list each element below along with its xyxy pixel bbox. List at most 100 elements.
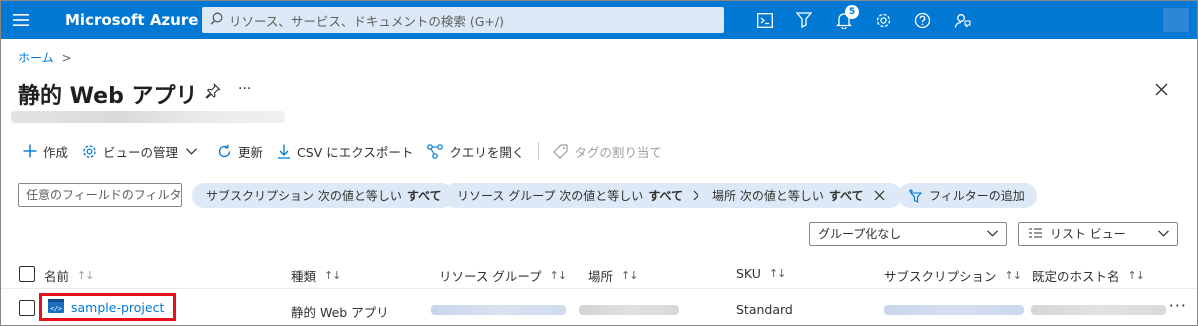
- column-header-name[interactable]: 名前 ↑↓: [44, 266, 94, 285]
- directory-filter-icon[interactable]: [785, 1, 825, 39]
- row-more-options-button[interactable]: ···: [1169, 296, 1187, 315]
- redacted-host-name: [1031, 305, 1166, 315]
- help-icon[interactable]: [903, 1, 943, 39]
- static-web-app-icon: </>: [48, 298, 64, 316]
- brand-link[interactable]: Microsoft Azure: [65, 11, 201, 29]
- filter-resource-group-value: すべて: [648, 189, 683, 203]
- sort-icon: ↑↓: [1127, 269, 1145, 282]
- refresh-button[interactable]: 更新: [217, 142, 263, 161]
- sort-icon: ↑↓: [324, 269, 341, 282]
- svg-text:</>: </>: [50, 304, 62, 312]
- filter-input[interactable]: 任意のフィールドのフィルター...: [18, 183, 182, 207]
- search-placeholder: リソース、サービス、ドキュメントの検索 (G+/): [229, 13, 504, 29]
- gear-icon: [83, 144, 96, 158]
- filter-location-value: すべて: [828, 189, 864, 203]
- column-header-location[interactable]: 場所 ↑↓: [588, 266, 638, 285]
- assign-tags-label: タグの割り当て: [574, 144, 662, 160]
- view-mode-dropdown[interactable]: リスト ビュー: [1018, 222, 1178, 246]
- manage-view-label: ビューの管理: [103, 144, 179, 160]
- query-icon: [427, 143, 444, 159]
- create-label: 作成: [43, 144, 69, 160]
- add-filter-label: フィルターの追加: [929, 189, 1025, 203]
- breadcrumb-separator: >: [61, 50, 72, 65]
- tag-icon: [553, 143, 568, 159]
- table-header: 名前 ↑↓ 種類 ↑↓ リソース グループ ↑↓ 場所 ↑↓ SKU ↑↓ サブ…: [1, 259, 1197, 289]
- grouping-dropdown[interactable]: グループ化なし: [809, 222, 1007, 246]
- close-icon[interactable]: [1155, 83, 1168, 100]
- cell-sku: Standard: [736, 302, 793, 317]
- sort-icon: ↑↓: [77, 269, 94, 282]
- open-query-label: クエリを開く: [449, 144, 525, 160]
- select-all-checkbox[interactable]: [19, 266, 35, 282]
- filter-location-label: 場所 次の値と等しい: [712, 189, 824, 203]
- list-view-icon: [1029, 228, 1042, 238]
- column-type-label: 種類: [291, 269, 317, 284]
- settings-gear-icon[interactable]: [864, 1, 904, 39]
- refresh-icon: [218, 144, 231, 157]
- row-checkbox[interactable]: [19, 300, 35, 316]
- cloud-shell-icon[interactable]: [745, 1, 785, 39]
- cell-type: 静的 Web アプリ: [291, 305, 389, 320]
- notification-badge: 5: [845, 5, 859, 19]
- search-box[interactable]: リソース、サービス、ドキュメントの検索 (G+/): [202, 7, 724, 33]
- redacted-resource-group: [431, 305, 566, 315]
- column-name-label: 名前: [44, 269, 70, 284]
- assign-tags-button[interactable]: タグの割り当て: [553, 142, 662, 161]
- download-icon: [278, 144, 291, 159]
- command-bar: 作成 ビューの管理 更新 CSV にエクスポート クエリを開く タグの割り当て: [23, 139, 676, 163]
- notifications-icon[interactable]: 5: [824, 1, 864, 39]
- sort-icon: ↑↓: [1004, 269, 1022, 282]
- filter-pill-subscription[interactable]: サブスクリプション 次の値と等しい すべて: [192, 183, 454, 208]
- column-header-subscription[interactable]: サブスクリプション ↑↓: [884, 266, 1022, 285]
- more-options-button[interactable]: ···: [238, 81, 251, 97]
- export-csv-button[interactable]: CSV にエクスポート: [277, 142, 413, 161]
- add-filter-button[interactable]: フィルターの追加: [898, 183, 1037, 208]
- toolbar-divider: [538, 142, 540, 160]
- grouping-value: グループ化なし: [818, 227, 902, 241]
- breadcrumb-home[interactable]: ホーム: [18, 49, 54, 66]
- redacted-subtitle: [11, 111, 285, 123]
- column-sku-label: SKU: [736, 266, 761, 281]
- highlight-box: </> sample-project: [39, 293, 176, 321]
- open-query-button[interactable]: クエリを開く: [427, 142, 524, 161]
- refresh-label: 更新: [238, 144, 264, 160]
- redacted-subscription: [884, 305, 1024, 315]
- chevron-down-icon: [186, 147, 197, 155]
- sort-icon: ↑↓: [621, 269, 638, 282]
- sort-icon: ↑↓: [549, 269, 567, 282]
- top-bar: Microsoft Azure リソース、サービス、ドキュメントの検索 (G+/…: [1, 1, 1197, 39]
- search-icon: [210, 12, 229, 28]
- redacted-location: [579, 305, 679, 315]
- plus-icon: [23, 144, 37, 158]
- remove-filter-icon[interactable]: [874, 190, 890, 201]
- chevron-down-icon: [987, 230, 998, 237]
- column-header-resource-group[interactable]: リソース グループ ↑↓: [439, 266, 567, 285]
- page-title: 静的 Web アプリ: [18, 84, 198, 109]
- create-button[interactable]: 作成: [23, 142, 68, 161]
- filter-subscription-value: すべて: [406, 189, 442, 203]
- column-host-name-label: 既定のホスト名: [1032, 269, 1120, 284]
- filter-pill-resource-group[interactable]: リソース グループ 次の値と等しい すべて: [443, 183, 721, 208]
- filter-resource-group-label: リソース グループ 次の値と等しい: [457, 189, 644, 203]
- resource-name-link[interactable]: sample-project: [71, 300, 164, 315]
- feedback-icon[interactable]: [943, 1, 983, 39]
- manage-view-button[interactable]: ビューの管理: [82, 142, 203, 161]
- view-mode-value: リスト ビュー: [1049, 227, 1126, 241]
- table-row[interactable]: </> sample-project 静的 Web アプリ Standard ·…: [1, 290, 1197, 325]
- azure-portal-window: Microsoft Azure リソース、サービス、ドキュメントの検索 (G+/…: [0, 0, 1198, 326]
- top-icons: 5: [745, 1, 982, 39]
- column-header-sku[interactable]: SKU ↑↓: [736, 266, 786, 281]
- breadcrumb: ホーム >: [18, 49, 72, 66]
- column-header-host-name[interactable]: 既定のホスト名 ↑↓: [1032, 266, 1145, 285]
- chevron-down-icon: [1158, 230, 1169, 237]
- menu-icon[interactable]: [1, 1, 41, 39]
- add-filter-icon: [909, 188, 923, 203]
- column-location-label: 場所: [588, 269, 614, 284]
- column-header-type[interactable]: 種類 ↑↓: [291, 266, 341, 285]
- filter-pill-location[interactable]: 場所 次の値と等しい すべて: [698, 183, 902, 208]
- pin-icon[interactable]: [205, 83, 221, 103]
- filter-subscription-label: サブスクリプション 次の値と等しい: [206, 189, 402, 203]
- account-avatar[interactable]: [1163, 8, 1189, 32]
- export-csv-label: CSV にエクスポート: [297, 144, 414, 160]
- column-subscription-label: サブスクリプション: [884, 269, 997, 284]
